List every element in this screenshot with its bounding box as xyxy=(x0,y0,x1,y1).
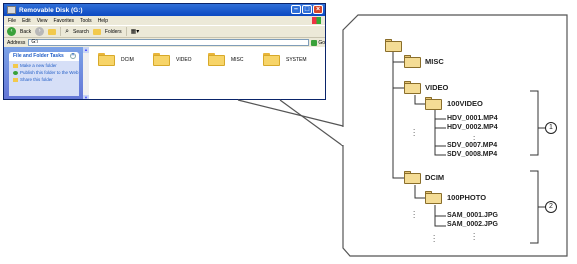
tree-video-label: VIDEO xyxy=(425,83,449,92)
tree-file-sdv-0008: SDV_0008.MP4 xyxy=(447,151,498,158)
video-folder-icon xyxy=(404,81,421,94)
ellipsis-vertical: ... xyxy=(473,130,476,145)
root-folder-icon xyxy=(385,39,402,52)
callout-number-1: 1 xyxy=(545,122,557,134)
tree-file-hdv-0001: HDV_0001.MP4 xyxy=(447,115,498,122)
dcim-folder-icon xyxy=(404,171,421,184)
tree-dcim-label: DCIM xyxy=(425,173,445,182)
ellipsis-vertical: ... xyxy=(413,205,416,220)
tree-100video-label: 100VIDEO xyxy=(447,99,483,108)
ellipsis-vertical: ... xyxy=(473,227,476,242)
100photo-folder-icon xyxy=(425,191,442,204)
misc-folder-icon xyxy=(404,55,421,68)
tree-100photo-label: 100PHOTO xyxy=(447,193,487,202)
ellipsis-vertical: ... xyxy=(433,229,436,244)
tree-misc-label: MISC xyxy=(425,57,444,66)
tree-file-sam-0001: SAM_0001.JPG xyxy=(447,212,498,219)
tree-file-sdv-0007: SDV_0007.MP4 xyxy=(447,142,498,149)
callout-number-2: 2 xyxy=(545,201,557,213)
100video-folder-icon xyxy=(425,97,442,110)
ellipsis-vertical: ... xyxy=(413,123,416,138)
